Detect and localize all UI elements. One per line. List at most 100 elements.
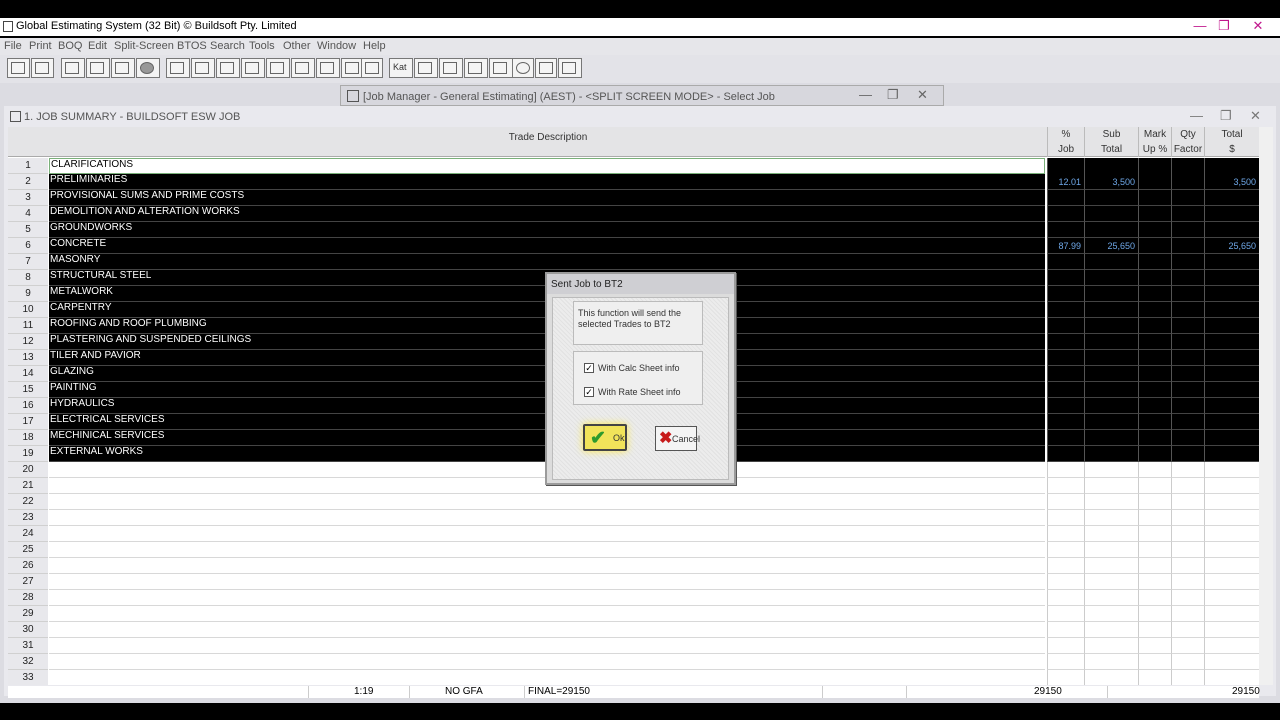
rate-sheet-checkbox[interactable]: ✓: [584, 387, 594, 397]
sub-cell[interactable]: [1084, 654, 1138, 670]
row-number[interactable]: 31: [8, 638, 48, 654]
total-cell[interactable]: [1204, 558, 1259, 574]
table-row[interactable]: 2 PRELIMINARIES 12.01 3,500 3,500: [8, 174, 1259, 190]
total-cell[interactable]: [1204, 286, 1259, 302]
row-number[interactable]: 1: [8, 158, 48, 174]
row-number[interactable]: 25: [8, 542, 48, 558]
ruler-icon[interactable]: [291, 58, 315, 78]
qty-cell[interactable]: [1171, 302, 1204, 318]
mark-cell[interactable]: [1138, 174, 1171, 190]
total-cell[interactable]: [1204, 654, 1259, 670]
vertical-scrollbar[interactable]: [1259, 127, 1273, 685]
total-cell[interactable]: [1204, 542, 1259, 558]
row-number[interactable]: 22: [8, 494, 48, 510]
row-number[interactable]: 8: [8, 270, 48, 286]
pct-cell[interactable]: [1047, 398, 1084, 414]
sub-cell[interactable]: [1084, 638, 1138, 654]
trade-description-cell[interactable]: PRELIMINARIES: [49, 174, 1045, 190]
row-number[interactable]: 29: [8, 606, 48, 622]
col-pct-job[interactable]: % Job: [1047, 127, 1084, 157]
total-cell[interactable]: [1204, 430, 1259, 446]
pct-cell[interactable]: [1047, 430, 1084, 446]
sub-cell[interactable]: [1084, 670, 1138, 685]
mark-cell[interactable]: [1138, 558, 1171, 574]
sub-cell[interactable]: [1084, 414, 1138, 430]
sub-cell[interactable]: [1084, 206, 1138, 222]
circle-icon[interactable]: [136, 58, 160, 78]
qty-cell[interactable]: [1171, 222, 1204, 238]
pct-cell[interactable]: [1047, 222, 1084, 238]
trade-description-cell[interactable]: CONCRETE: [49, 238, 1045, 254]
qty-cell[interactable]: [1171, 270, 1204, 286]
job-manager-window[interactable]: [Job Manager - General Estimating] (AEST…: [340, 85, 944, 106]
pct-cell[interactable]: [1047, 654, 1084, 670]
trade-description-cell[interactable]: [49, 654, 1045, 670]
table-row[interactable]: 4 DEMOLITION AND ALTERATION WORKS: [8, 206, 1259, 222]
mark-cell[interactable]: [1138, 430, 1171, 446]
total-cell[interactable]: [1204, 478, 1259, 494]
pct-cell[interactable]: [1047, 190, 1084, 206]
trade-description-cell[interactable]: [49, 510, 1045, 526]
mark-cell[interactable]: [1138, 542, 1171, 558]
pct-cell[interactable]: [1047, 574, 1084, 590]
pen-icon[interactable]: [558, 58, 582, 78]
sub-cell[interactable]: [1084, 382, 1138, 398]
total-cell[interactable]: [1204, 510, 1259, 526]
mark-cell[interactable]: [1138, 398, 1171, 414]
mark-cell[interactable]: [1138, 606, 1171, 622]
kat-icon[interactable]: Kat: [389, 58, 413, 78]
pct-cell[interactable]: [1047, 270, 1084, 286]
qty-cell[interactable]: [1171, 430, 1204, 446]
qty-cell[interactable]: [1171, 414, 1204, 430]
trade-description-cell[interactable]: [49, 494, 1045, 510]
qty-cell[interactable]: [1171, 190, 1204, 206]
qty-cell[interactable]: [1171, 350, 1204, 366]
mark-cell[interactable]: [1138, 670, 1171, 685]
sub-cell[interactable]: [1084, 350, 1138, 366]
row-number[interactable]: 18: [8, 430, 48, 446]
mark-cell[interactable]: [1138, 462, 1171, 478]
row-number[interactable]: 2: [8, 174, 48, 190]
mark-cell[interactable]: [1138, 446, 1171, 462]
total-cell[interactable]: [1204, 270, 1259, 286]
row-number[interactable]: 19: [8, 446, 48, 462]
qty-cell[interactable]: [1171, 654, 1204, 670]
mark-cell[interactable]: [1138, 318, 1171, 334]
table-row[interactable]: 6 CONCRETE 87.99 25,650 25,650: [8, 238, 1259, 254]
total-cell[interactable]: [1204, 334, 1259, 350]
qty-cell[interactable]: [1171, 510, 1204, 526]
pct-cell[interactable]: [1047, 286, 1084, 302]
pct-cell[interactable]: [1047, 478, 1084, 494]
pct-cell[interactable]: [1047, 558, 1084, 574]
row-number[interactable]: 24: [8, 526, 48, 542]
sub-cell[interactable]: 3,500: [1084, 174, 1138, 190]
total-cell[interactable]: [1204, 590, 1259, 606]
mark-cell[interactable]: [1138, 238, 1171, 254]
pages-icon[interactable]: [241, 58, 265, 78]
sub-cell[interactable]: [1084, 558, 1138, 574]
total-cell[interactable]: [1204, 526, 1259, 542]
table-row[interactable]: 32: [8, 654, 1259, 670]
qty-cell[interactable]: [1171, 478, 1204, 494]
row-number[interactable]: 14: [8, 366, 48, 382]
qty-cell[interactable]: [1171, 670, 1204, 685]
job-summary-maximize-button[interactable]: ❐: [1220, 108, 1232, 124]
total-cell[interactable]: [1204, 398, 1259, 414]
qty-cell[interactable]: [1171, 542, 1204, 558]
trade-description-cell[interactable]: [49, 542, 1045, 558]
row-number[interactable]: 20: [8, 462, 48, 478]
total-cell[interactable]: [1204, 222, 1259, 238]
job-manager-close-button[interactable]: ✕: [917, 87, 928, 103]
trade-description-cell[interactable]: [49, 622, 1045, 638]
pct-cell[interactable]: [1047, 366, 1084, 382]
qty-cell[interactable]: [1171, 526, 1204, 542]
table-row[interactable]: 1 CLARIFICATIONS: [8, 158, 1259, 174]
table-row[interactable]: 33: [8, 670, 1259, 685]
qty-cell[interactable]: [1171, 286, 1204, 302]
pct-cell[interactable]: [1047, 542, 1084, 558]
total-cell[interactable]: [1204, 158, 1259, 174]
menu-window[interactable]: Window: [317, 40, 356, 52]
pct-cell[interactable]: [1047, 382, 1084, 398]
total-cell[interactable]: 25,650: [1204, 238, 1259, 254]
row-number[interactable]: 33: [8, 670, 48, 685]
